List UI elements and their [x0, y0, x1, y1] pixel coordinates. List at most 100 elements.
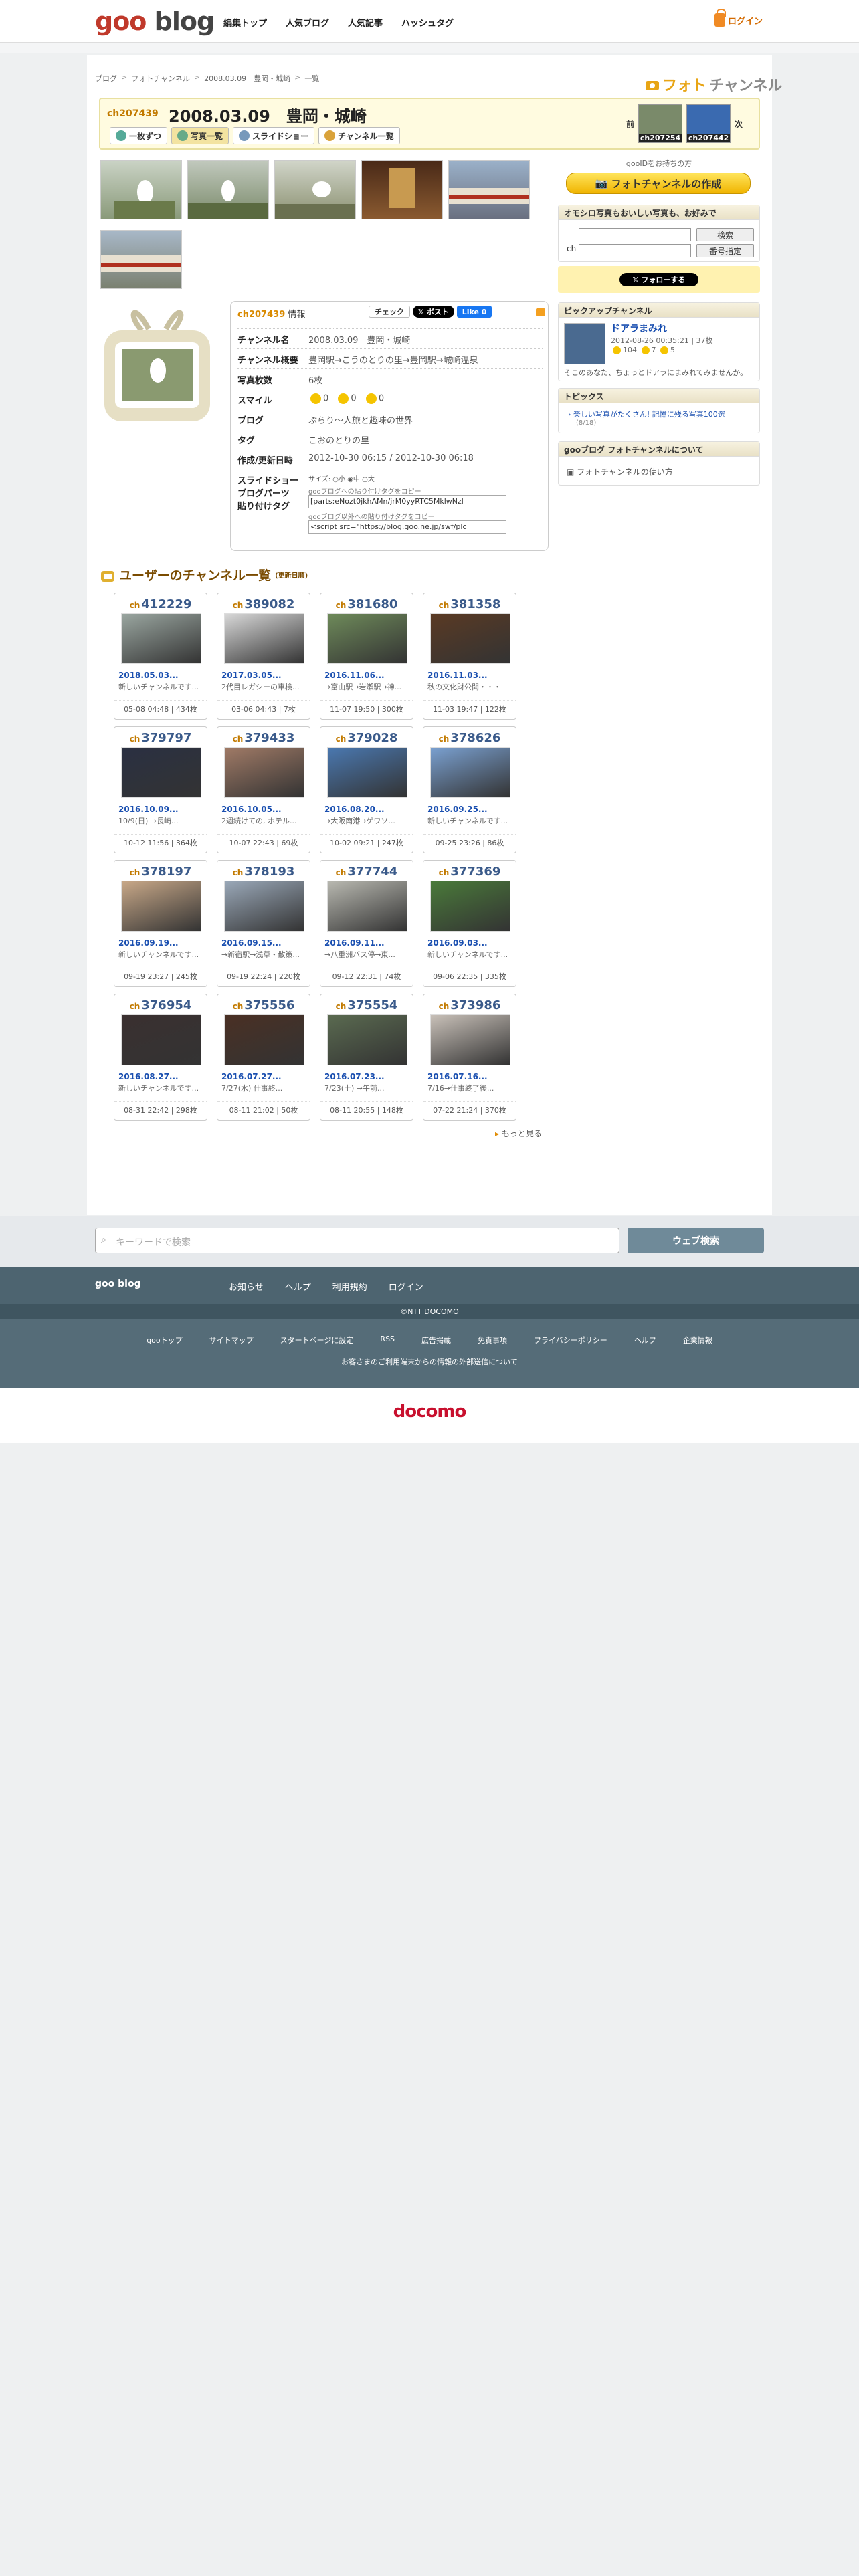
channel-card[interactable]: ch 381680 2016.11.06... →富山駅→岩瀬駅→神... 11-07 …	[320, 593, 413, 720]
channel-number[interactable]: ch 375556	[217, 998, 310, 1012]
channel-card[interactable]: ch 378193 2016.09.15... →新宿駅→浅草・散策... 09-19 …	[217, 860, 310, 987]
channel-thumb[interactable]	[327, 747, 407, 798]
channel-number[interactable]: ch 389082	[217, 597, 310, 611]
channel-card[interactable]: ch 378197 2016.09.19... 新しいチャンネルです... 09-19 …	[114, 860, 207, 987]
channel-date[interactable]: 2018.05.03...	[118, 671, 205, 680]
copy-other-tag-link[interactable]: gooブログ以外への貼り付けタグをコピー	[308, 511, 435, 521]
footer-login-link[interactable]: ログイン	[389, 1280, 423, 1293]
channel-card[interactable]: ch 379797 2016.10.09... 10/9(日) →長崎... 10-12…	[114, 726, 207, 853]
channel-date[interactable]: 2016.10.05...	[221, 804, 308, 814]
pickup-thumb[interactable]	[564, 323, 605, 364]
channel-number-input[interactable]	[579, 244, 691, 257]
channel-number[interactable]: ch 379797	[114, 731, 207, 745]
photo-thumb[interactable]	[100, 160, 182, 219]
more-link[interactable]: ▸ もっと見る	[495, 1128, 542, 1139]
channel-date[interactable]: 2016.11.03...	[427, 671, 514, 680]
channel-number[interactable]: ch 412229	[114, 597, 207, 611]
footer-help-link[interactable]: ヘルプ	[285, 1280, 311, 1293]
goo-tag-textbox[interactable]: [parts:eNozt0jkhAMn/jrM0yyRTC5MklwNzl	[308, 495, 506, 508]
size-small-radio[interactable]: ○小	[332, 476, 345, 484]
photo-thumb[interactable]	[361, 160, 443, 219]
channel-thumb[interactable]	[327, 613, 407, 664]
channel-date[interactable]: 2016.08.27...	[118, 1072, 205, 1081]
number-search-button[interactable]: 番号指定	[696, 244, 754, 257]
topics-item[interactable]: › 楽しい写真がたくさん! 記憶に残る写真100選	[568, 409, 725, 419]
channel-date[interactable]: 2016.10.09...	[118, 804, 205, 814]
channel-card[interactable]: ch 378626 2016.09.25... 新しいチャンネルです... 09-25 …	[423, 726, 516, 853]
channel-thumb[interactable]	[121, 613, 201, 664]
channel-date[interactable]: 2017.03.05...	[221, 671, 308, 680]
footer-link[interactable]: ヘルプ	[634, 1335, 656, 1346]
docomo-logo[interactable]: docomo	[0, 1402, 859, 1422]
footer-link[interactable]: サイトマップ	[209, 1335, 254, 1346]
photo-thumb[interactable]	[274, 160, 356, 219]
pickup-channel-name[interactable]: ドアラまみれ	[611, 322, 667, 335]
channel-date[interactable]: 2016.08.20...	[324, 804, 411, 814]
prev-channel[interactable]: ch207254	[638, 104, 683, 143]
photo-thumb[interactable]	[448, 160, 530, 219]
channel-card[interactable]: ch 377369 2016.09.03... 新しいチャンネルです... 09-06 …	[423, 860, 516, 987]
goo-blog-logo[interactable]: goo blog	[95, 7, 215, 36]
size-medium-radio[interactable]: ◉中	[347, 476, 360, 484]
channel-thumb[interactable]	[430, 747, 510, 798]
channel-number[interactable]: ch 376954	[114, 998, 207, 1012]
channel-thumb[interactable]	[327, 1014, 407, 1065]
channel-card[interactable]: ch 373986 2016.07.16... 7/16→仕事終了後... 07-22 …	[423, 994, 516, 1121]
channel-number[interactable]: ch 381680	[320, 597, 413, 611]
footer-news-link[interactable]: お知らせ	[229, 1280, 264, 1293]
channel-thumb[interactable]	[430, 613, 510, 664]
channel-number[interactable]: ch 373986	[423, 998, 516, 1012]
web-search-button[interactable]: ウェブ検索	[628, 1228, 764, 1253]
copy-goo-tag-link[interactable]: gooブログへの貼り付けタグをコピー	[308, 486, 421, 496]
footer-link[interactable]: 広告掲載	[421, 1335, 451, 1346]
footer-search-input[interactable]: ⌕ キーワードで検索	[95, 1228, 619, 1253]
breadcrumb-channel[interactable]: 2008.03.09 豊岡・城崎	[204, 73, 290, 84]
channel-thumb[interactable]	[121, 747, 201, 798]
channel-date[interactable]: 2016.09.19...	[118, 938, 205, 948]
nav-hashtag[interactable]: ハッシュタグ	[401, 16, 454, 29]
nav-edit-top[interactable]: 編集トップ	[223, 16, 267, 29]
channel-card[interactable]: ch 389082 2017.03.05... 2代目レガシーの車検... 03-06 …	[217, 593, 310, 720]
breadcrumb-blog[interactable]: ブログ	[95, 73, 117, 84]
facebook-like-button[interactable]: Like 0	[456, 306, 492, 318]
tab-single[interactable]: 一枚ずつ	[110, 127, 168, 144]
channel-thumb[interactable]	[224, 613, 304, 664]
footer-link[interactable]: スタートページに設定	[280, 1335, 354, 1346]
keyword-input[interactable]	[579, 228, 691, 241]
channel-thumb[interactable]	[224, 1014, 304, 1065]
channel-date[interactable]: 2016.09.11...	[324, 938, 411, 948]
tab-channel-list[interactable]: チャンネル一覧	[318, 127, 400, 144]
create-channel-button[interactable]: 📷 フォトチャンネルの作成	[566, 173, 751, 194]
channel-date[interactable]: 2016.09.25...	[427, 804, 514, 814]
photochannel-brand[interactable]: フォト チャンネル	[645, 74, 782, 95]
channel-number[interactable]: ch 379028	[320, 731, 413, 745]
photo-thumb[interactable]	[100, 230, 182, 289]
channel-thumb[interactable]	[430, 881, 510, 932]
channel-number[interactable]: ch 378193	[217, 865, 310, 879]
channel-thumb[interactable]	[430, 1014, 510, 1065]
channel-card[interactable]: ch 379028 2016.08.20... →大阪南港→ゲワソ... 10-02 0…	[320, 726, 413, 853]
footer-link[interactable]: 免責事項	[478, 1335, 507, 1346]
photo-thumb[interactable]	[187, 160, 269, 219]
footer-terms-link[interactable]: 利用規約	[332, 1280, 367, 1293]
footer-link[interactable]: RSS	[380, 1335, 395, 1346]
x-follow-button[interactable]: 𝕏 フォローする	[619, 273, 698, 286]
nav-popular-article[interactable]: 人気記事	[348, 16, 383, 29]
channel-number[interactable]: ch 378197	[114, 865, 207, 879]
external-transmission-link[interactable]: お客さまのご利用端末からの情報の外部送信について	[0, 1356, 859, 1367]
size-large-radio[interactable]: ○大	[362, 476, 375, 484]
channel-card[interactable]: ch 376954 2016.08.27... 新しいチャンネルです... 08-31 …	[114, 994, 207, 1121]
other-tag-textbox[interactable]: <script src="https://blog.goo.ne.jp/swf/…	[308, 520, 506, 534]
channel-thumb[interactable]	[224, 747, 304, 798]
channel-number[interactable]: ch 378626	[423, 731, 516, 745]
channel-card[interactable]: ch 412229 2018.05.03... 新しいチャンネルです... 05-08 …	[114, 593, 207, 720]
channel-number[interactable]: ch 377369	[423, 865, 516, 879]
channel-number[interactable]: ch 381358	[423, 597, 516, 611]
footer-logo[interactable]: goo blog	[95, 1279, 141, 1289]
breadcrumb-photochannel[interactable]: フォトチャンネル	[131, 73, 190, 84]
channel-card[interactable]: ch 375556 2016.07.27... 7/27(水) 仕事終... 08-11…	[217, 994, 310, 1121]
channel-card[interactable]: ch 379433 2016.10.05... 2週続けての, ホテル... 10-07…	[217, 726, 310, 853]
channel-date[interactable]: 2016.07.23...	[324, 1072, 411, 1081]
login-link[interactable]: ログイン	[714, 9, 763, 27]
channel-number[interactable]: ch 377744	[320, 865, 413, 879]
